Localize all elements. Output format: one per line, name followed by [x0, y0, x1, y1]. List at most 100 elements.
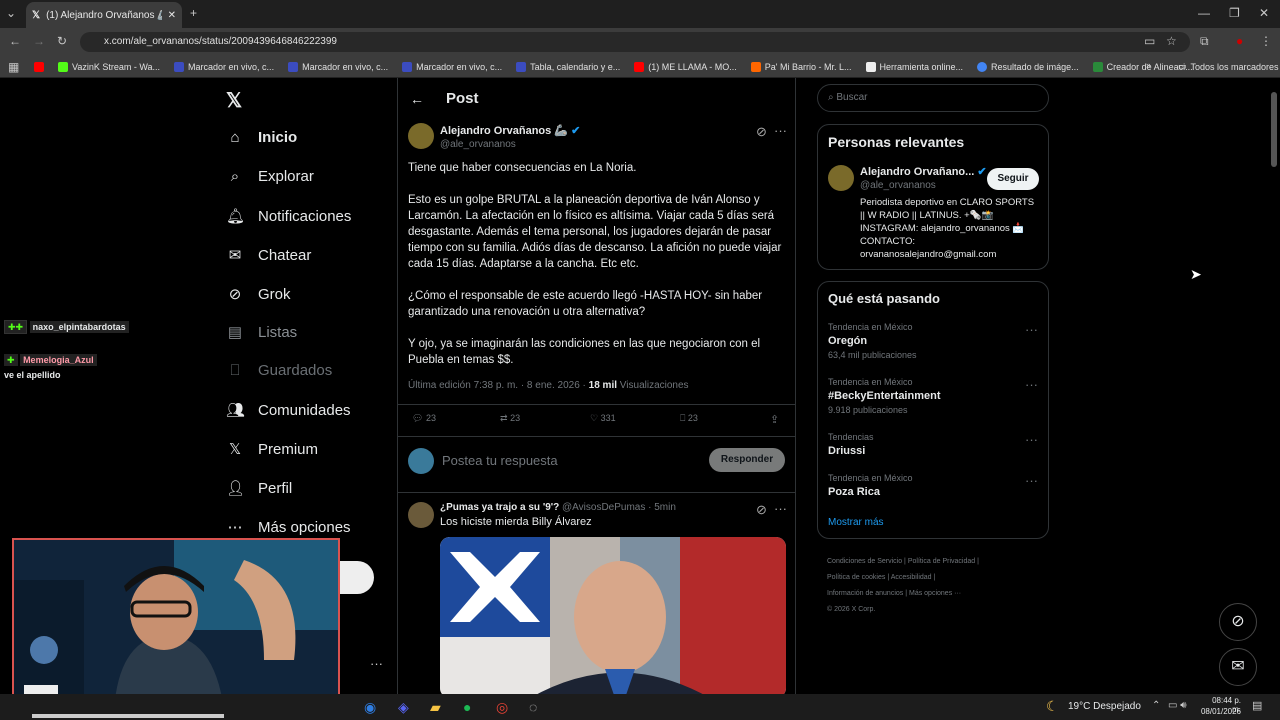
- nav-chat[interactable]: ✉ Chatear: [226, 246, 312, 265]
- nav-profile[interactable]: 👤︎ Perfil: [226, 479, 292, 498]
- messages-float-button[interactable]: ✉: [1219, 648, 1257, 686]
- share-icon[interactable]: ⇪: [770, 413, 779, 426]
- bookmark-item[interactable]: Pa' Mi Barrio - Mr. L...: [750, 61, 852, 72]
- bookmark-item[interactable]: Tabla, calendario y e...: [516, 61, 620, 72]
- footer-link[interactable]: Accesibilidad: [891, 574, 932, 581]
- nav-more[interactable]: ⋯ Más opciones: [226, 518, 351, 537]
- nav-communities[interactable]: 👥︎ Comunidades: [226, 401, 351, 420]
- reply-header[interactable]: ¿Pumas ya trajo a su '9'? @AvisosDePumas…: [440, 502, 676, 513]
- notification-icon[interactable]: ▤: [1252, 699, 1262, 712]
- reply-action[interactable]: 💬︎ 23: [412, 413, 436, 424]
- folder-icon[interactable]: ▰: [430, 699, 441, 716]
- url-field[interactable]: x.com/ale_orvananos/status/2009439646846…: [80, 32, 1190, 52]
- trend-more-icon[interactable]: ···: [1025, 473, 1038, 488]
- author-avatar[interactable]: [408, 123, 434, 149]
- search-field[interactable]: ⌕ Buscar: [817, 84, 1049, 112]
- post-paragraph: Esto es un golpe BRUTAL a la planeación …: [408, 194, 782, 270]
- grok-icon: ⊘: [1231, 613, 1245, 630]
- trend-item[interactable]: Tendencia en México Poza Rica ···: [828, 473, 1038, 498]
- relevant-name[interactable]: Alejandro Orvañano... ✔: [860, 165, 987, 178]
- trend-more-icon[interactable]: ···: [1025, 432, 1038, 447]
- minimize-icon[interactable]: —: [1198, 6, 1210, 20]
- install-icon[interactable]: ▭: [1144, 34, 1155, 48]
- maximize-icon[interactable]: ❐: [1229, 6, 1240, 20]
- discord-icon[interactable]: ◈: [398, 699, 409, 716]
- verified-icon: ✔: [571, 125, 581, 137]
- profile-icon[interactable]: ●: [1236, 34, 1243, 48]
- new-tab-icon[interactable]: +: [190, 6, 197, 20]
- nav-lists[interactable]: ▤ Listas: [226, 323, 297, 342]
- like-action[interactable]: ♡ 331: [590, 413, 616, 424]
- bookmark-item[interactable]: Marcador en vivo, c...: [174, 61, 274, 72]
- extensions-icon[interactable]: ⧉: [1200, 34, 1209, 49]
- forward-icon[interactable]: →: [33, 34, 45, 48]
- menu-icon[interactable]: ⋮: [1260, 34, 1272, 48]
- back-arrow-icon[interactable]: ←: [410, 91, 424, 107]
- bookmark-star-icon[interactable]: ☆: [1166, 34, 1177, 48]
- reply-button[interactable]: Responder: [709, 448, 785, 472]
- trend-item[interactable]: Tendencias Driussi ···: [828, 432, 1038, 457]
- webcam-image: [14, 540, 338, 710]
- apps-grid-icon[interactable]: ▦: [8, 60, 19, 74]
- reply-avatar[interactable]: [408, 502, 434, 528]
- post-more-icon[interactable]: ···: [774, 123, 787, 138]
- relevant-avatar[interactable]: [828, 165, 854, 191]
- footer-link[interactable]: Información de anuncios: [827, 590, 903, 597]
- reply-more-icon[interactable]: ···: [774, 501, 787, 516]
- back-icon[interactable]: ←: [9, 34, 21, 48]
- clock-date[interactable]: 08/01/2026: [1199, 707, 1241, 716]
- nav-grok[interactable]: ⊘ Grok: [226, 285, 291, 304]
- tab-search-icon[interactable]: ⌄: [6, 6, 16, 20]
- trend-item[interactable]: Tendencia en México Oregón 63,4 mil public…: [828, 322, 1038, 360]
- grok-icon[interactable]: ⊘: [756, 124, 767, 140]
- author-handle[interactable]: @ale_orvananos: [440, 139, 516, 150]
- repost-action[interactable]: ⇄ 23: [500, 413, 520, 424]
- nav-premium[interactable]: 𝕏 Premium: [226, 440, 318, 459]
- bookmark-item[interactable]: [34, 61, 44, 72]
- account-menu-icon[interactable]: ···: [370, 656, 383, 671]
- footer-link[interactable]: Política de cookies: [827, 574, 885, 581]
- bookmark-item[interactable]: VazinK Stream - Wa...: [58, 61, 160, 72]
- trend-more-icon[interactable]: ···: [1025, 322, 1038, 337]
- edge-icon[interactable]: ◉: [364, 699, 376, 716]
- tray-icons[interactable]: ▭ 🔊︎: [1168, 700, 1187, 711]
- nav-explore[interactable]: ⌕ Explorar: [226, 168, 314, 185]
- reply-image[interactable]: [440, 537, 786, 698]
- x-logo-icon[interactable]: 𝕏: [226, 88, 242, 113]
- close-tab-icon[interactable]: ✕: [168, 10, 176, 21]
- app-icon[interactable]: ◌: [529, 699, 537, 715]
- nav-notifications[interactable]: 🔔︎ Notificaciones: [226, 207, 351, 226]
- bookmark-item[interactable]: Resultado de imáge...: [977, 61, 1079, 72]
- show-more-link[interactable]: Mostrar más: [828, 517, 884, 528]
- bookmark-item[interactable]: Marcador en vivo, c...: [402, 61, 502, 72]
- spotify-icon[interactable]: ●: [463, 699, 471, 715]
- footer-link[interactable]: Política de Privacidad: [908, 558, 975, 565]
- footer-link[interactable]: Condiciones de Servicio: [827, 558, 902, 565]
- reply-input[interactable]: Postea tu respuesta: [442, 453, 558, 468]
- relevant-handle[interactable]: @ale_orvananos: [860, 180, 936, 191]
- trend-item[interactable]: Tendencia en México #BeckyEntertainment 9.…: [828, 377, 1038, 415]
- chrome-icon[interactable]: ◎: [496, 699, 508, 716]
- more-bookmarks-icon[interactable]: »: [1146, 60, 1151, 70]
- nav-home[interactable]: ⌂ Inicio: [226, 129, 297, 146]
- bookmark-item[interactable]: Herramienta online...: [865, 61, 963, 72]
- grok-float-button[interactable]: ⊘: [1219, 603, 1257, 641]
- scrollbar-thumb[interactable]: [1271, 92, 1277, 167]
- weather-text[interactable]: 19°C Despejado: [1068, 701, 1141, 712]
- bookmark-item[interactable]: (1) ME LLAMA - MO...: [634, 61, 737, 72]
- all-bookmarks[interactable]: ▭ Todos los marcadores: [1178, 61, 1279, 72]
- trend-more-icon[interactable]: ···: [1025, 377, 1038, 392]
- footer-link[interactable]: Más opciones ···: [909, 590, 961, 597]
- browser-tab[interactable]: 𝕏 (1) Alejandro Orvañanos 🦾 en ✕: [26, 2, 182, 28]
- nav-bookmarks[interactable]: ⎕ Guardados: [226, 362, 332, 379]
- tray-chevron-icon[interactable]: ⌃: [1152, 700, 1160, 711]
- footer-links: Condiciones de Servicio | Política de Pr…: [827, 558, 979, 613]
- bookmark-item[interactable]: Marcador en vivo, c...: [288, 61, 388, 72]
- site-icon: [402, 61, 413, 72]
- follow-button[interactable]: Seguir: [987, 168, 1039, 190]
- close-window-icon[interactable]: ✕: [1259, 6, 1269, 20]
- grok-icon[interactable]: ⊘: [756, 502, 767, 518]
- bookmark-action[interactable]: ⎕ 23: [680, 413, 698, 424]
- reload-icon[interactable]: ↻: [57, 34, 67, 48]
- author-name[interactable]: Alejandro Orvañanos 🦾 ✔: [440, 124, 580, 137]
